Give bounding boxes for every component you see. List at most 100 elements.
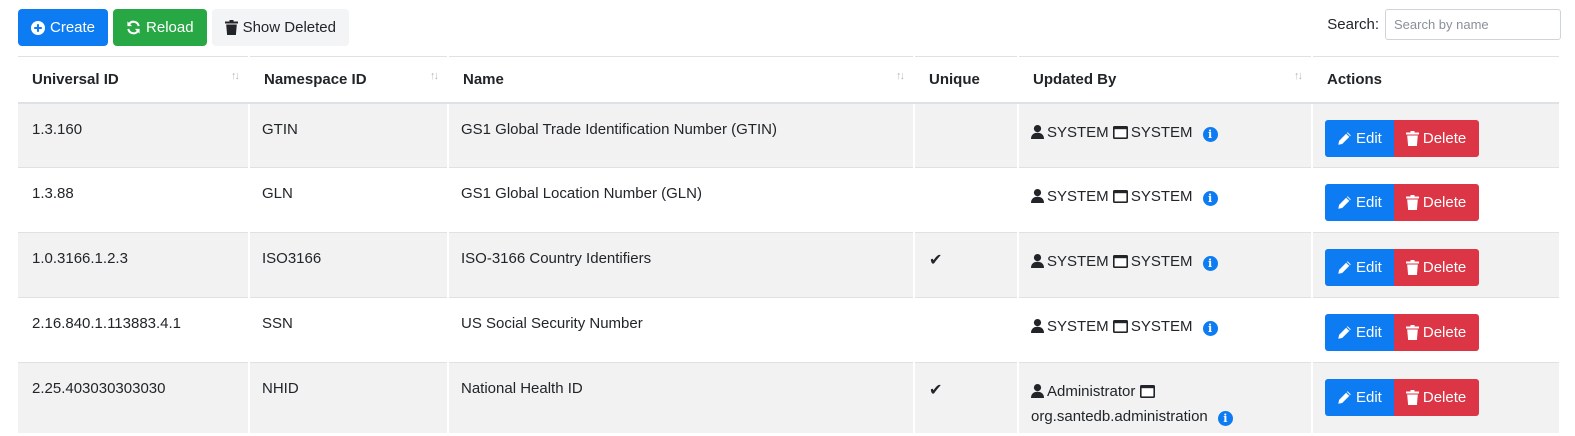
column-header-universal-id[interactable]: Universal ID ↑↓ (18, 56, 249, 104)
create-button[interactable]: Create (18, 9, 109, 46)
updated-by-app: SYSTEM (1130, 188, 1193, 205)
updated-by-app: SYSTEM (1130, 318, 1193, 335)
updated-by-user: SYSTEM (1047, 318, 1109, 335)
delete-button[interactable]: Delete (1393, 119, 1480, 157)
delete-label: Delete (1422, 194, 1467, 211)
updated-by-user: SYSTEM (1047, 188, 1109, 205)
user-icon (1031, 252, 1044, 275)
edit-button[interactable]: Edit (1325, 379, 1394, 416)
edit-label: Edit (1356, 324, 1382, 341)
cell-universal-id: 1.3.88 (18, 167, 249, 233)
cell-namespace-id: NHID (248, 362, 448, 433)
edit-button[interactable]: Edit (1325, 119, 1394, 157)
user-icon (1031, 317, 1044, 340)
check-icon: ✔ (929, 252, 943, 269)
delete-button[interactable]: Delete (1393, 379, 1480, 416)
column-header-name[interactable]: Name ↑↓ (447, 56, 914, 104)
updated-by-app: org.santedb.administration (1031, 408, 1208, 425)
cell-namespace-id: GTIN (248, 102, 448, 168)
edit-button[interactable]: Edit (1325, 314, 1394, 351)
cell-universal-id: 2.16.840.1.113883.4.1 (18, 297, 249, 363)
updated-by-user: Administrator (1047, 383, 1136, 400)
delete-button[interactable]: Delete (1393, 249, 1480, 286)
trash-icon (1405, 195, 1419, 210)
cell-unique: ✔ (913, 232, 1018, 298)
cell-namespace-id: GLN (248, 167, 448, 233)
info-circle-icon[interactable]: i (1202, 321, 1218, 336)
updated-by-app: SYSTEM (1130, 123, 1193, 141)
column-header-unique: Unique (913, 56, 1018, 104)
trash-icon (1405, 260, 1419, 275)
toolbar: Create Reload Show Deleted (18, 9, 349, 46)
column-header-updated-by[interactable]: Updated By ↑↓ (1017, 56, 1312, 104)
cell-updated-by: SYSTEM SYSTEM i (1017, 102, 1312, 168)
info-circle-icon[interactable]: i (1202, 126, 1218, 142)
check-icon (927, 185, 929, 202)
pencil-icon (1337, 195, 1352, 210)
delete-button[interactable]: Delete (1393, 314, 1480, 351)
check-icon (927, 315, 929, 332)
search-area: Search: (1327, 9, 1561, 40)
edit-label: Edit (1356, 389, 1382, 406)
cell-actions: Edit Delete (1311, 362, 1559, 433)
cell-name: ISO-3166 Country Identifiers (447, 232, 914, 298)
cell-unique: ✔ (913, 362, 1018, 433)
delete-label: Delete (1422, 389, 1467, 406)
sort-arrows-icon: ↑↓ (430, 70, 439, 82)
edit-label: Edit (1356, 129, 1382, 147)
window-icon (1112, 317, 1128, 340)
cell-unique (913, 167, 1018, 233)
delete-button[interactable]: Delete (1393, 184, 1480, 221)
info-circle-icon[interactable]: i (1202, 256, 1218, 271)
window-icon (1112, 123, 1128, 146)
cell-universal-id: 1.0.3166.1.2.3 (18, 232, 249, 298)
column-header-namespace-id[interactable]: Namespace ID ↑↓ (248, 56, 448, 104)
table-row: 1.3.88 GLN GS1 Global Location Number (G… (18, 167, 1559, 233)
reload-label: Reload (146, 19, 194, 36)
search-input[interactable] (1385, 9, 1561, 40)
cell-updated-by: Administrator org.santedb.administration… (1017, 362, 1312, 433)
cell-name: GS1 Global Location Number (GLN) (447, 167, 914, 233)
cell-actions: Edit Delete (1311, 167, 1559, 233)
cell-namespace-id: SSN (248, 297, 448, 363)
table-row: 1.3.160 GTIN GS1 Global Trade Identifica… (18, 102, 1559, 168)
window-icon (1139, 382, 1155, 405)
cell-updated-by: SYSTEM SYSTEM i (1017, 297, 1312, 363)
check-icon (927, 121, 929, 138)
show-deleted-button[interactable]: Show Deleted (211, 9, 349, 46)
delete-label: Delete (1422, 129, 1467, 147)
trash-icon (1405, 130, 1419, 146)
edit-button[interactable]: Edit (1325, 249, 1394, 286)
column-header-actions: Actions (1311, 56, 1559, 104)
delete-label: Delete (1422, 259, 1467, 276)
updated-by-user: SYSTEM (1047, 253, 1109, 270)
cell-name: US Social Security Number (447, 297, 914, 363)
user-icon (1031, 123, 1044, 146)
cell-actions: Edit Delete (1311, 102, 1559, 168)
reload-button[interactable]: Reload (113, 9, 207, 46)
sort-arrows-icon: ↑↓ (231, 70, 240, 82)
cell-actions: Edit Delete (1311, 297, 1559, 363)
edit-button[interactable]: Edit (1325, 184, 1394, 221)
pencil-icon (1337, 131, 1352, 146)
cell-unique (913, 102, 1018, 168)
pencil-icon (1337, 260, 1352, 275)
edit-label: Edit (1356, 194, 1382, 211)
show-deleted-label: Show Deleted (242, 19, 336, 36)
updated-by-user: SYSTEM (1047, 123, 1109, 141)
info-circle-icon[interactable]: i (1202, 191, 1218, 206)
cell-universal-id: 1.3.160 (18, 102, 249, 168)
plus-circle-icon (31, 20, 45, 35)
window-icon (1112, 187, 1128, 210)
window-icon (1112, 252, 1128, 275)
info-circle-icon[interactable]: i (1217, 411, 1233, 426)
table-header-row: Universal ID ↑↓ Namespace ID ↑↓ Name ↑↓ … (18, 56, 1559, 104)
edit-label: Edit (1356, 259, 1382, 276)
cell-actions: Edit Delete (1311, 232, 1559, 298)
cell-updated-by: SYSTEM SYSTEM i (1017, 167, 1312, 233)
cell-updated-by: SYSTEM SYSTEM i (1017, 232, 1312, 298)
check-icon: ✔ (929, 382, 943, 399)
delete-label: Delete (1422, 324, 1467, 341)
sort-arrows-icon: ↑↓ (896, 70, 905, 82)
table-row: 2.25.403030303030 NHID National Health I… (18, 362, 1559, 433)
